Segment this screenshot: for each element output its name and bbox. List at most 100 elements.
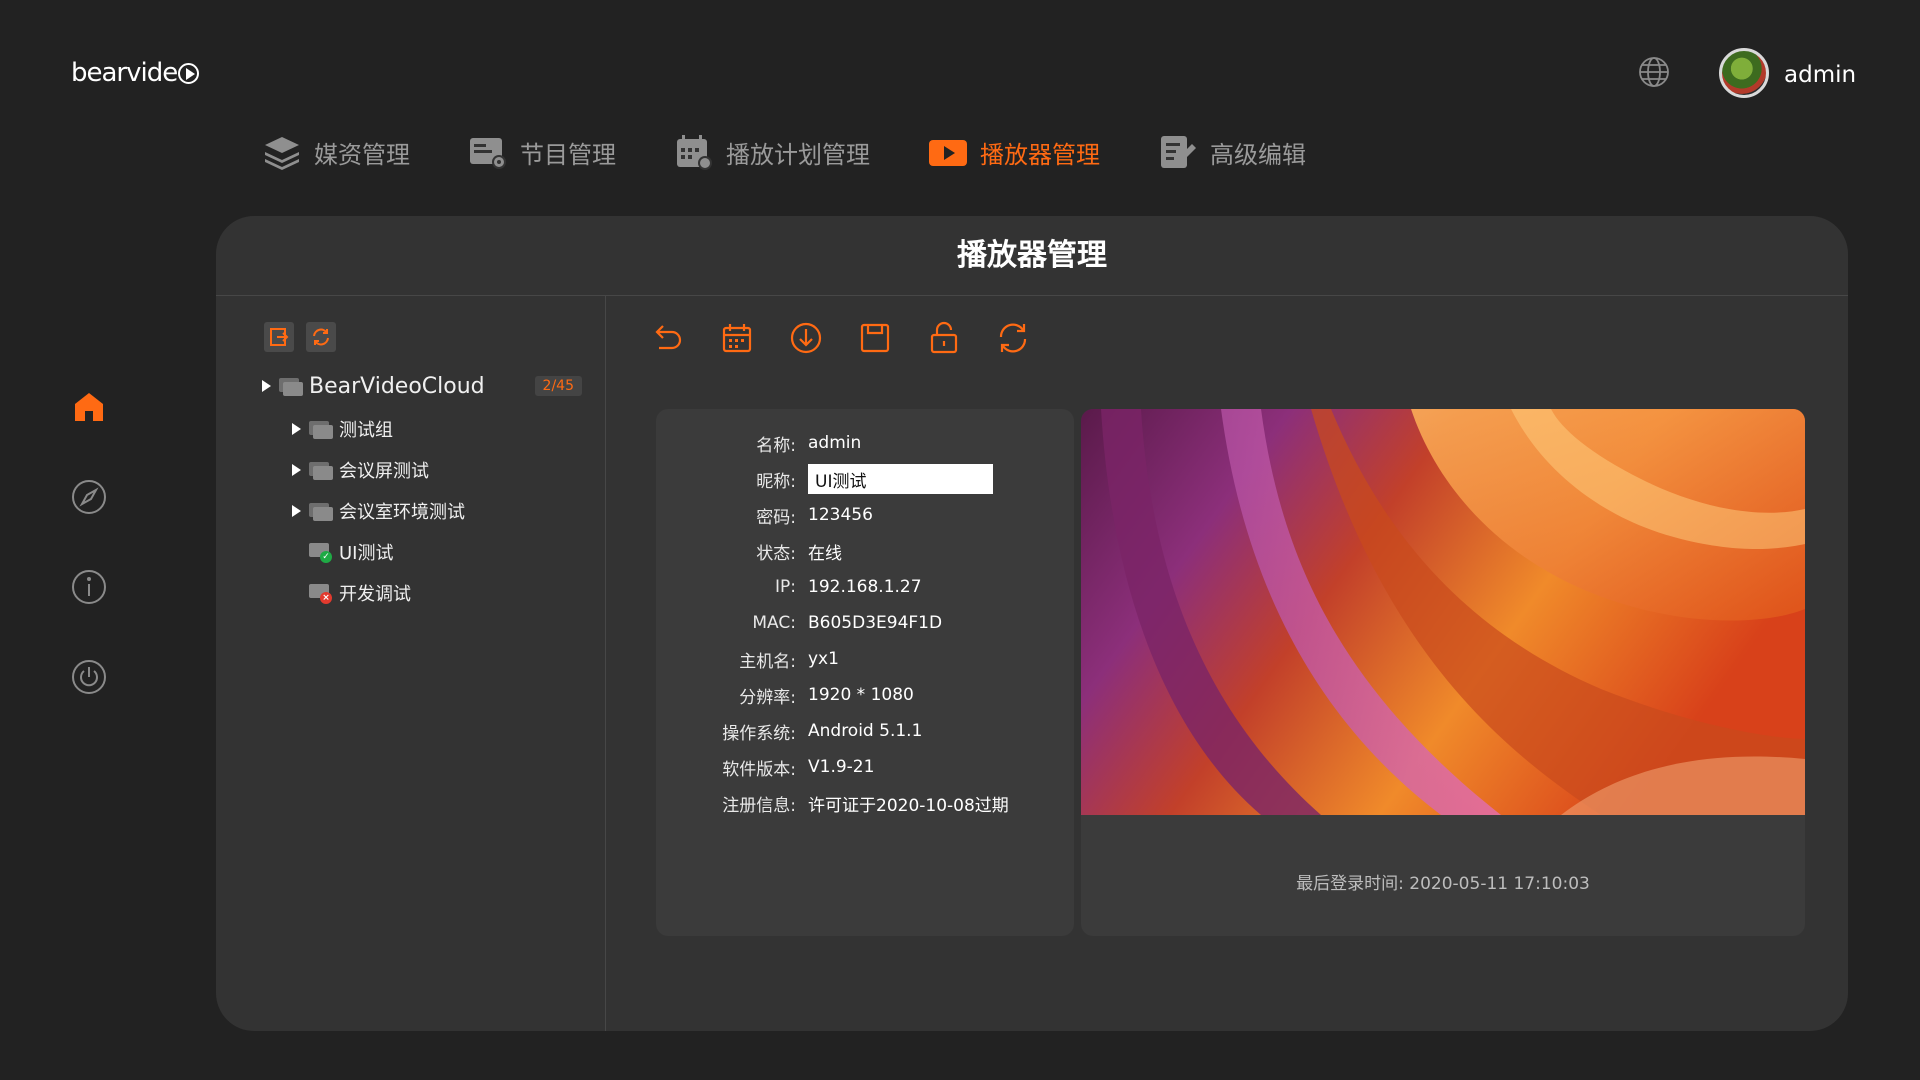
tree-device-item[interactable]: × 开发调试 <box>262 572 582 613</box>
nav-schedule-label: 播放计划管理 <box>726 140 870 169</box>
screen-preview-image <box>1081 409 1805 815</box>
user-name[interactable]: admin <box>1784 62 1856 88</box>
info-label: 软件版本: <box>722 759 796 780</box>
info-value: 192.168.1.27 <box>808 577 922 597</box>
info-label: 名称: <box>756 435 796 456</box>
tree-root[interactable]: BearVideoCloud 2/45 <box>262 364 582 408</box>
info-row-hostname: 主机名: yx1 <box>656 645 1074 673</box>
logo-play-icon <box>178 62 200 84</box>
tree-group-item[interactable]: 会议室环境测试 <box>262 490 582 531</box>
home-icon[interactable] <box>70 388 108 426</box>
info-value: admin <box>808 433 862 453</box>
nav-program[interactable]: 节目管理 <box>468 132 616 172</box>
main-panel: 播放器管理 BearVideoCloud 2/45 测试组 会议屏测试 会议室环… <box>216 216 1848 1031</box>
device-offline-icon: × <box>309 582 333 604</box>
info-label: 注册信息: <box>722 795 796 816</box>
tree-device-item[interactable]: ✓ UI测试 <box>262 531 582 572</box>
panel-title: 播放器管理 <box>216 216 1848 296</box>
info-value: Android 5.1.1 <box>808 721 923 741</box>
info-row-name: 名称: admin <box>656 429 1074 457</box>
info-row-status: 状态: 在线 <box>656 537 1074 565</box>
info-row-password: 密码: 123456 <box>656 501 1074 529</box>
player-toolbar <box>650 320 1031 356</box>
info-row-mac: MAC: B605D3E94F1D <box>656 609 1074 637</box>
info-label: 分辨率: <box>739 687 796 708</box>
info-value: B605D3E94F1D <box>808 613 943 633</box>
device-online-icon: ✓ <box>309 541 333 563</box>
nav-advanced-edit-label: 高级编辑 <box>1210 140 1306 169</box>
tree-group-item[interactable]: 测试组 <box>262 408 582 449</box>
folder-icon <box>309 419 333 439</box>
device-tree: BearVideoCloud 2/45 测试组 会议屏测试 会议室环境测试 ✓ <box>262 364 582 613</box>
tree-root-label: BearVideoCloud <box>309 373 485 399</box>
info-icon[interactable] <box>70 568 108 606</box>
unlock-icon[interactable] <box>926 320 962 356</box>
info-label: 密码: <box>756 507 796 528</box>
info-row-ip: IP: 192.168.1.27 <box>656 573 1074 601</box>
device-tree-pane: BearVideoCloud 2/45 测试组 会议屏测试 会议室环境测试 ✓ <box>216 296 606 1031</box>
avatar[interactable] <box>1719 48 1769 98</box>
folder-icon <box>309 460 333 480</box>
tree-item-label: 测试组 <box>339 419 393 441</box>
expand-arrow-icon[interactable] <box>292 463 301 476</box>
undo-icon[interactable] <box>650 320 686 356</box>
export-button[interactable] <box>264 322 294 352</box>
tree-group-item[interactable]: 会议屏测试 <box>262 449 582 490</box>
logo-text: bearvide <box>71 58 178 88</box>
tree-item-label: 会议室环境测试 <box>339 501 465 523</box>
edit-icon <box>1161 136 1196 168</box>
download-icon[interactable] <box>788 320 824 356</box>
nav-media-label: 媒资管理 <box>314 140 410 169</box>
compass-icon[interactable] <box>70 478 108 516</box>
info-value: 许可证于2020-10-08过期 <box>808 795 1009 816</box>
nickname-input[interactable] <box>808 464 993 494</box>
brand-logo: bearvide <box>71 58 200 88</box>
info-value: V1.9-21 <box>808 757 875 777</box>
info-value: 在线 <box>808 543 842 564</box>
power-icon[interactable] <box>70 658 108 696</box>
info-row-version: 软件版本: V1.9-21 <box>656 753 1074 781</box>
expand-arrow-icon[interactable] <box>292 504 301 517</box>
info-value: 123456 <box>808 505 873 525</box>
info-label: 昵称: <box>756 471 796 492</box>
nav-program-label: 节目管理 <box>520 140 616 169</box>
expand-arrow-icon[interactable] <box>262 380 271 392</box>
nav-advanced-edit[interactable]: 高级编辑 <box>1158 132 1306 172</box>
refresh-icon <box>313 328 329 346</box>
info-label: MAC: <box>752 613 796 633</box>
screen-preview-card: 最后登录时间: 2020-05-11 17:10:03 <box>1081 409 1805 936</box>
save-icon[interactable] <box>857 320 893 356</box>
expand-arrow-icon[interactable] <box>292 422 301 435</box>
folder-icon <box>309 501 333 521</box>
tree-item-label: 开发调试 <box>339 583 411 605</box>
nav-player-label: 播放器管理 <box>980 140 1100 169</box>
info-row-registration: 注册信息: 许可证于2020-10-08过期 <box>656 789 1074 817</box>
calendar-icon <box>677 135 712 170</box>
player-info-card: 名称: admin 昵称: 密码: 123456 状态: 在线 IP: 192.… <box>656 409 1074 936</box>
nav-media[interactable]: 媒资管理 <box>262 132 410 172</box>
info-label: 状态: <box>756 543 796 564</box>
info-row-os: 操作系统: Android 5.1.1 <box>656 717 1074 745</box>
info-value: yx1 <box>808 649 839 669</box>
tree-item-label: 会议屏测试 <box>339 460 429 482</box>
refresh-icon[interactable] <box>995 320 1031 356</box>
tree-item-label: UI测试 <box>339 542 394 564</box>
nav-player[interactable]: 播放器管理 <box>928 132 1100 172</box>
top-nav: 媒资管理 节目管理 播放计划管理 播放器管理 高级编辑 <box>262 132 1306 172</box>
program-icon <box>470 138 506 169</box>
last-login-time: 最后登录时间: 2020-05-11 17:10:03 <box>1296 874 1590 894</box>
left-rail <box>70 388 108 748</box>
globe-icon[interactable] <box>1637 55 1671 89</box>
tree-refresh-button[interactable] <box>306 322 336 352</box>
device-count-badge: 2/45 <box>534 376 582 396</box>
info-row-nickname: 昵称: <box>656 464 1074 494</box>
calendar-icon[interactable] <box>719 320 755 356</box>
nav-schedule[interactable]: 播放计划管理 <box>674 132 870 172</box>
player-icon <box>929 140 967 166</box>
tree-toolbar <box>264 322 336 352</box>
info-value: 1920 * 1080 <box>808 685 914 705</box>
export-icon <box>270 328 289 346</box>
info-label: 操作系统: <box>722 723 796 744</box>
